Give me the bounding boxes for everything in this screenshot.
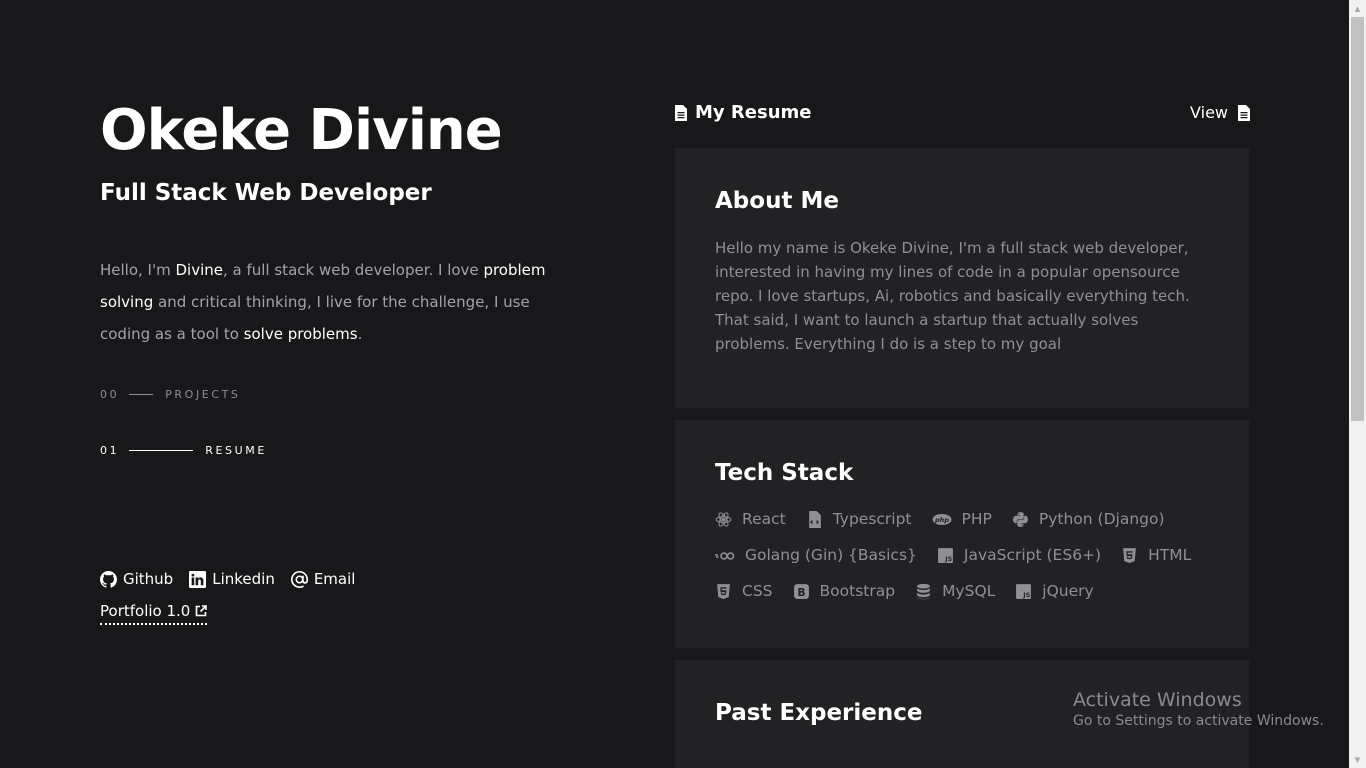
developer-name: Okeke Divine [100,98,503,163]
at-sign-icon [290,570,308,588]
resume-header: My Resume View [675,102,1250,123]
svg-text:B: B [797,585,805,598]
css3-icon [717,583,730,599]
linkedin-link[interactable]: Linkedin [189,570,275,588]
tech-item: React [715,508,786,530]
nav-resume-label: RESUME [205,444,267,457]
resume-view-label: View [1190,103,1228,122]
tech-item: Golang (Gin) {Basics} [715,544,917,566]
portfolio-link[interactable]: Portfolio 1.0 [100,602,208,625]
intro-text-4: . [357,325,363,343]
social-links: Github Linkedin Email [100,570,355,588]
tech-item: CSS [715,580,773,602]
tech-label: CSS [742,582,773,600]
tech-label: jQuery [1042,582,1094,600]
python-icon [1012,511,1028,527]
intro-paragraph: Hello, I'm Divine, a full stack web deve… [100,254,570,350]
tech-stack-list: React Typescript php PHP Python (Django)… [715,508,1235,602]
tech-label: React [742,510,786,528]
activate-windows-title: Activate Windows [1073,689,1242,711]
about-text: Hello my name is Okeke Divine, I'm a ful… [715,239,1190,353]
email-label: Email [313,570,356,588]
linkedin-icon [189,570,207,588]
nav-resume[interactable]: 01 RESUME [100,444,267,457]
tech-label: Golang (Gin) {Basics} [745,546,917,564]
tech-item: HTML [1121,544,1191,566]
github-link[interactable]: Github [100,570,173,588]
about-heading: About Me [715,188,839,214]
tech-item: JS jQuery [1015,580,1094,602]
tech-label: Typescript [832,510,912,528]
scroll-up-arrow-icon[interactable]: ▲ [1349,0,1366,17]
intro-name: Divine [175,261,223,279]
tech-label: HTML [1148,546,1192,564]
resume-title: My Resume [675,102,811,123]
developer-role: Full Stack Web Developer [100,180,432,206]
bootstrap-icon: B [793,583,809,599]
intro-text-2: , a full stack web developer. I love [222,261,484,279]
tech-stack-heading: Tech Stack [715,460,854,486]
tech-stack-card: Tech Stack React Typescript php PHP Pyth… [675,420,1249,648]
html5-icon [1123,547,1136,563]
nav-resume-line [129,450,194,451]
activate-windows-watermark: Activate Windows Go to Settings to activ… [1073,689,1324,729]
resume-view-button[interactable]: View [1190,103,1250,122]
about-card: About Me Hello my name is Okeke Divine, … [675,148,1249,408]
email-link[interactable]: Email [290,570,356,588]
github-label: Github [123,570,174,588]
nav-resume-number: 01 [100,444,120,457]
scrollbar-thumb[interactable] [1351,17,1364,421]
portfolio-label: Portfolio 1.0 [100,602,191,620]
jquery-icon: JS [1016,583,1032,599]
github-icon [100,570,117,588]
nav-projects[interactable]: 00 PROJECTS [100,388,241,401]
svg-text:php: php [934,515,949,523]
tech-item: JS JavaScript (ES6+) [937,544,1101,566]
database-icon [917,583,930,599]
tech-item: Python (Django) [1012,508,1165,530]
intro-highlight-2: solve problems [243,325,358,343]
nav-projects-label: PROJECTS [165,388,241,401]
document-icon [1238,104,1250,121]
activate-windows-subtitle: Go to Settings to activate Windows. [1073,713,1324,729]
scroll-down-arrow-icon[interactable]: ▼ [1349,751,1366,768]
tech-label: MySQL [942,582,996,600]
tech-item: B Bootstrap [793,580,896,602]
document-icon [675,104,687,121]
javascript-icon: JS [937,547,953,563]
vertical-scrollbar[interactable]: ▲ ▼ [1349,0,1366,768]
tech-item: Typescript [806,508,912,530]
golang-icon [715,551,735,560]
linkedin-label: Linkedin [212,570,275,588]
tech-label: Bootstrap [819,582,896,600]
tech-label: Python (Django) [1038,510,1165,528]
nav-projects-number: 00 [100,388,120,401]
external-link-icon [196,605,208,617]
tech-item: php PHP [932,508,992,530]
svg-text:JS: JS [1023,590,1031,598]
tech-label: JavaScript (ES6+) [963,546,1102,564]
resume-title-text: My Resume [695,102,812,123]
typescript-icon [808,510,821,528]
intro-text-1: Hello, I'm [100,261,176,279]
nav-projects-line [129,394,154,395]
react-icon [715,511,732,527]
tech-label: PHP [961,510,992,528]
tech-item: MySQL [915,580,995,602]
svg-text:JS: JS [944,554,952,562]
php-icon: php [932,513,952,525]
